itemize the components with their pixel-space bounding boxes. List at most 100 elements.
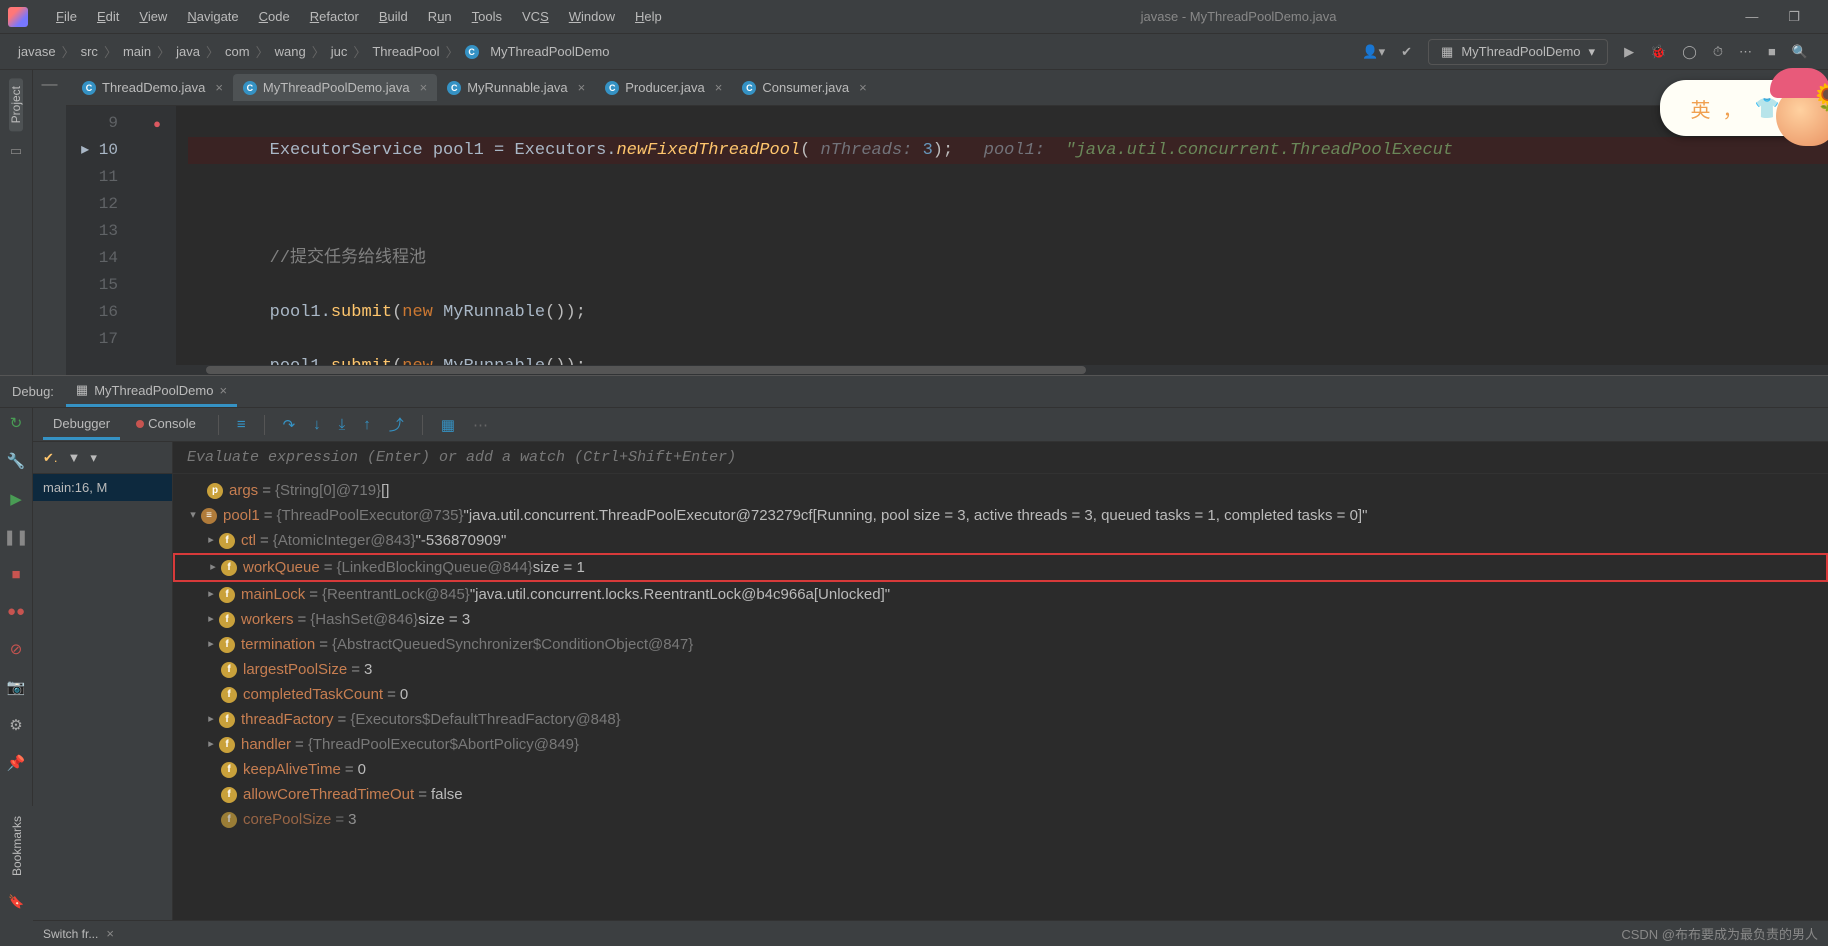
structure-icon[interactable]: ▭ [10,143,22,159]
tab-threaddemo[interactable]: CThreadDemo.java× [72,74,233,101]
step-into-icon[interactable]: ↓ [307,416,327,433]
debug-icon[interactable]: 🐞 [1650,44,1666,60]
search-icon[interactable]: 🔍 [1792,44,1808,60]
editor-gutter-toggle: — [33,70,66,375]
var-corepoolsize[interactable]: fcorePoolSize = 3 [173,807,1828,832]
debugger-tab[interactable]: Debugger [43,410,120,440]
maximize-icon[interactable]: ❐ [1788,9,1800,25]
settings-icon[interactable]: ⚙ [9,716,22,734]
ime-comma: ， [1723,94,1743,123]
var-keepalivetime[interactable]: fkeepAliveTime = 0 [173,757,1828,782]
horizontal-scrollbar[interactable] [66,365,1828,375]
var-handler[interactable]: ▸fhandler = {ThreadPoolExecutor$AbortPol… [173,732,1828,757]
step-out-icon[interactable]: ↑ [357,416,377,433]
close-icon[interactable]: × [215,80,223,95]
collapse-icon[interactable]: — [42,76,58,375]
show-execution-icon[interactable]: ≡ [231,416,252,433]
var-largestpoolsize[interactable]: flargestPoolSize = 3 [173,657,1828,682]
var-workqueue[interactable]: ▸fworkQueue = {LinkedBlockingQueue@844} … [173,553,1828,582]
close-icon[interactable]: × [859,80,867,95]
project-tool-button[interactable]: Project [9,78,23,131]
coverage-icon[interactable]: ◯ [1682,44,1697,60]
crumb[interactable]: wang [269,44,312,59]
checkmark-icon[interactable]: ✔ [1401,44,1412,60]
debug-config-tab[interactable]: ▦ MyThreadPoolDemo × [66,376,237,407]
menu-navigate[interactable]: Navigate [177,5,248,28]
var-mainlock[interactable]: ▸fmainLock = {ReentrantLock@845} "java.u… [173,582,1828,607]
resume-icon[interactable]: ▶ [10,490,22,508]
menu-vcs[interactable]: VCS [512,5,559,28]
var-pool1[interactable]: ▾≡pool1 = {ThreadPoolExecutor@735} "java… [173,503,1828,528]
tab-myrunnable[interactable]: CMyRunnable.java× [437,74,595,101]
close-icon[interactable]: × [420,80,428,95]
view-breakpoints-icon[interactable]: ●● [7,603,25,620]
menu-help[interactable]: Help [625,5,672,28]
menu-file[interactable]: File [46,5,87,28]
trace-icon[interactable]: ⋯ [467,416,494,434]
menu-run[interactable]: Run [418,5,462,28]
frame-item[interactable]: main:16, M [33,474,172,501]
step-over-icon[interactable]: ↷ [277,416,302,434]
menu-tools[interactable]: Tools [462,5,512,28]
minimize-icon[interactable]: — [1745,9,1758,25]
run-icon[interactable]: ▶ [1624,44,1634,60]
bookmark-icon[interactable]: 🔖 [8,894,24,910]
user-icon[interactable]: 👤▾ [1362,44,1385,60]
crumb[interactable]: ThreadPool [366,44,445,59]
switch-frame-label[interactable]: Switch fr... [43,927,98,941]
modify-icon[interactable]: 🔧 [7,452,26,470]
frames-pane: ✔. ▼ ▾ main:16, M [33,442,173,943]
rerun-icon[interactable]: ↻ [10,414,23,432]
profile-icon[interactable]: ⏱ [1713,44,1723,60]
tab-mythreadpooldemo[interactable]: CMyThreadPoolDemo.java× [233,74,437,101]
var-allowcorethreadtimeout[interactable]: fallowCoreThreadTimeOut = false [173,782,1828,807]
code-editor[interactable]: 9 ▸ 10 11 12 13 14 15 16 17 ● ExecutorSe… [66,106,1828,365]
evaluate-icon[interactable]: ▦ [435,416,461,434]
code-content[interactable]: ExecutorService pool1 = Executors.newFix… [176,106,1828,365]
crumb-class[interactable]: C MyThreadPoolDemo [459,44,616,59]
var-args[interactable]: pargs = {String[0]@719} [] [173,478,1828,503]
attach-icon[interactable]: ⋯ [1739,44,1752,60]
close-icon[interactable]: × [715,80,723,95]
var-completedtaskcount[interactable]: fcompletedTaskCount = 0 [173,682,1828,707]
menu-edit[interactable]: Edit [87,5,129,28]
force-step-into-icon[interactable]: ⤓ [333,416,352,433]
drop-frame-icon[interactable]: ⤴ [383,414,410,435]
evaluate-input[interactable]: Evaluate expression (Enter) or add a wat… [173,442,1828,474]
close-icon[interactable]: × [219,383,227,398]
pin-icon[interactable]: 📌 [7,754,26,772]
menu-build[interactable]: Build [369,5,418,28]
var-workers[interactable]: ▸fworkers = {HashSet@846} size = 3 [173,607,1828,632]
menu-code[interactable]: Code [249,5,300,28]
run-config-selector[interactable]: ▦ MyThreadPoolDemo ▾ [1428,39,1608,65]
var-threadfactory[interactable]: ▸fthreadFactory = {Executors$DefaultThre… [173,707,1828,732]
stop-icon[interactable]: ■ [1768,44,1776,59]
stop-icon[interactable]: ■ [11,566,20,583]
crumb[interactable]: java [170,44,206,59]
menu-refactor[interactable]: Refactor [300,5,369,28]
tab-producer[interactable]: CProducer.java× [595,74,732,101]
crumb[interactable]: main [117,44,157,59]
menu-window[interactable]: Window [559,5,625,28]
crumb-root[interactable]: javase [12,44,62,59]
crumb[interactable]: juc [325,44,354,59]
var-termination[interactable]: ▸ftermination = {AbstractQueuedSynchroni… [173,632,1828,657]
mute-breakpoints-icon[interactable]: ⊘ [10,640,23,658]
tab-consumer[interactable]: CConsumer.java× [732,74,876,101]
crumb[interactable]: src [75,44,104,59]
close-icon[interactable]: × [106,926,114,941]
menu-view[interactable]: View [129,5,177,28]
close-icon[interactable]: × [578,80,586,95]
chevron-down-icon[interactable]: ▾ [90,450,97,466]
camera-icon[interactable]: 📷 [7,678,26,696]
check-icon[interactable]: ✔. [43,450,58,466]
line-numbers: 9 ▸ 10 11 12 13 14 15 16 17 [66,106,138,365]
watermark: CSDN @布布要成为最负责的男人 [1621,924,1818,943]
debug-tab-label: MyThreadPoolDemo [94,383,213,398]
crumb[interactable]: com [219,44,256,59]
var-ctl[interactable]: ▸fctl = {AtomicInteger@843} "-536870909" [173,528,1828,553]
pause-icon[interactable]: ❚❚ [3,528,28,546]
bookmarks-tool-button[interactable]: Bookmarks [10,816,24,876]
console-tab[interactable]: Console [126,410,206,440]
filter-icon[interactable]: ▼ [68,450,81,465]
